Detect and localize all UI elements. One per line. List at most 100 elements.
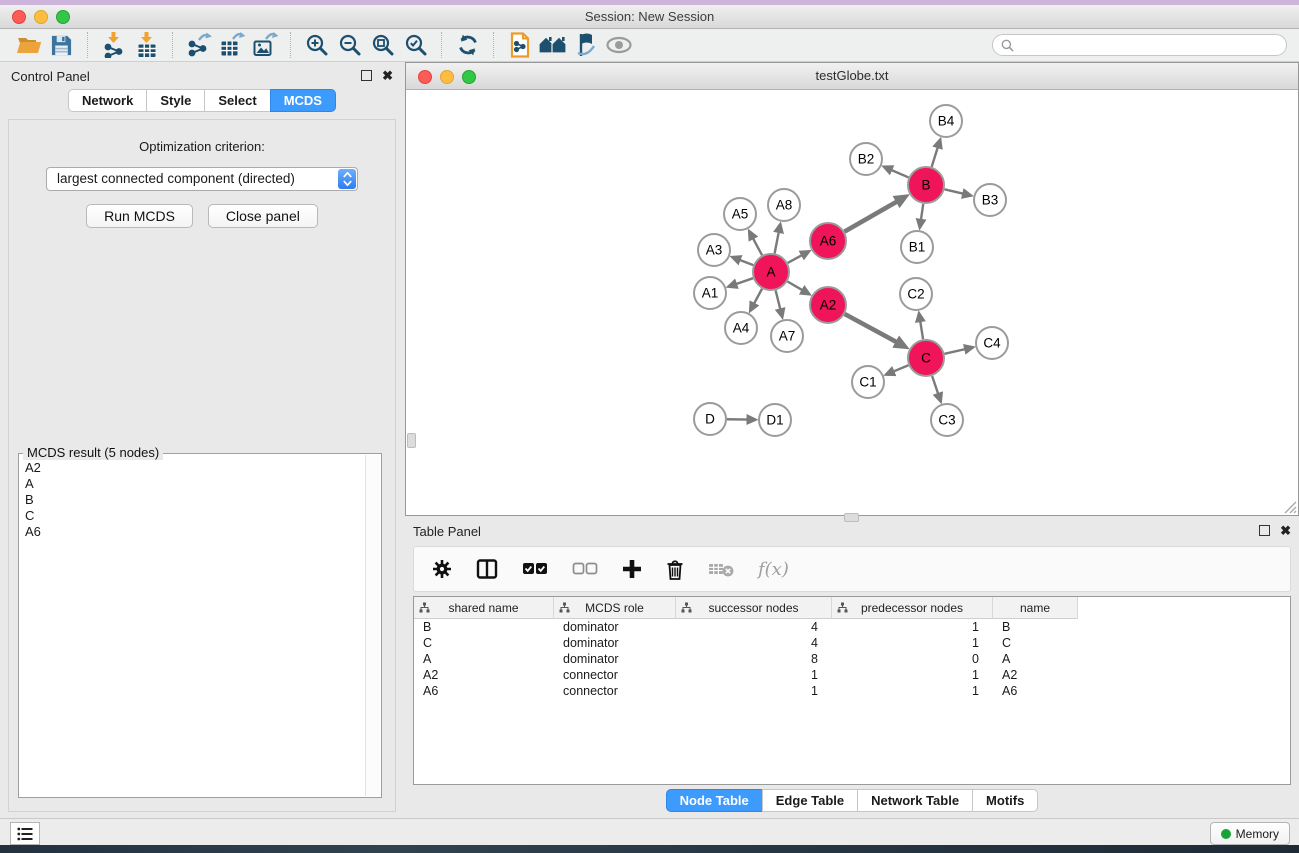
float-table-panel-icon[interactable] [1259, 525, 1270, 536]
delete-table-icon[interactable] [708, 561, 734, 577]
graph-node-A3[interactable]: A3 [698, 234, 730, 266]
zoom-selected-button[interactable] [399, 30, 432, 60]
close-panel-icon[interactable]: ✖ [382, 70, 393, 81]
graph-node-C4[interactable]: C4 [976, 327, 1008, 359]
zoom-fit-button[interactable] [366, 30, 399, 60]
memory-button[interactable]: Memory [1210, 822, 1290, 845]
mcds-result-item[interactable]: A [25, 476, 366, 492]
graph-node-B4[interactable]: B4 [930, 105, 962, 137]
table-options-gear-icon[interactable] [432, 559, 452, 579]
table-row[interactable]: Bdominator41B [414, 619, 1290, 635]
graph-node-A2[interactable]: A2 [810, 287, 846, 323]
graph-edge-A-A2[interactable] [787, 282, 802, 291]
graph-node-C1[interactable]: C1 [852, 366, 884, 398]
graph-node-A7[interactable]: A7 [771, 320, 803, 352]
resize-grip-icon[interactable] [1282, 499, 1297, 514]
graph-node-B[interactable]: B [908, 167, 944, 203]
graph-node-D[interactable]: D [694, 403, 726, 435]
table-row[interactable]: A2connector11A2 [414, 667, 1290, 683]
mcds-result-item[interactable]: A2 [25, 460, 366, 476]
column-header-shared-name[interactable]: shared name [414, 597, 554, 619]
export-table-button[interactable] [215, 30, 248, 60]
import-table-button[interactable] [130, 30, 163, 60]
mcds-result-item[interactable]: C [25, 508, 366, 524]
select-all-columns-icon[interactable] [522, 562, 548, 576]
graph-node-A[interactable]: A [753, 254, 789, 290]
table-row[interactable]: Cdominator41C [414, 635, 1290, 651]
export-network-button[interactable] [182, 30, 215, 60]
table-row[interactable]: Adominator80A [414, 651, 1290, 667]
graph-edge-A-A3[interactable] [739, 260, 753, 265]
open-cybrowser-button[interactable] [503, 30, 536, 60]
graph-edge-B-B2[interactable] [891, 170, 909, 178]
apply-layout-button[interactable] [451, 30, 484, 60]
tab-motifs[interactable]: Motifs [972, 789, 1038, 812]
zoom-out-button[interactable] [333, 30, 366, 60]
export-image-button[interactable] [248, 30, 281, 60]
graph-edge-B-B3[interactable] [944, 189, 963, 194]
graph-edge-A-A8[interactable] [775, 232, 779, 254]
left-splitter-grip[interactable] [407, 433, 416, 448]
column-header-predecessor-nodes[interactable]: predecessor nodes [832, 597, 993, 619]
open-session-button[interactable] [12, 30, 45, 60]
tab-mcds[interactable]: MCDS [270, 89, 336, 112]
float-panel-icon[interactable] [361, 70, 372, 81]
graph-edge-A-A6[interactable] [788, 255, 803, 263]
column-header-mcds-role[interactable]: MCDS role [554, 597, 676, 619]
tab-network-table[interactable]: Network Table [857, 789, 973, 812]
result-scrollbar[interactable] [365, 455, 380, 796]
create-column-plus-icon[interactable] [622, 559, 642, 579]
graph-node-C2[interactable]: C2 [900, 278, 932, 310]
tab-select[interactable]: Select [204, 89, 270, 112]
graph-node-B3[interactable]: B3 [974, 184, 1006, 216]
network-graph[interactable]: AA1A3A4A5A7A8A6A2BB1B2B3B4CC1C2C3C4DD1 [406, 90, 1298, 515]
tab-edge-table[interactable]: Edge Table [762, 789, 858, 812]
tab-style[interactable]: Style [146, 89, 205, 112]
graph-node-A5[interactable]: A5 [724, 198, 756, 230]
graph-edge-C-C2[interactable] [920, 321, 923, 340]
delete-columns-trash-icon[interactable] [666, 559, 684, 580]
mcds-result-item[interactable]: A6 [25, 524, 366, 540]
graph-edge-C-C3[interactable] [932, 376, 938, 394]
tab-network[interactable]: Network [68, 89, 147, 112]
mcds-result-item[interactable]: B [25, 492, 366, 508]
import-network-button[interactable] [97, 30, 130, 60]
mcds-result-list[interactable]: A2ABCA6 [20, 455, 366, 796]
column-header-name[interactable]: name [993, 597, 1078, 619]
graph-node-B1[interactable]: B1 [901, 231, 933, 263]
save-session-button[interactable] [45, 30, 78, 60]
graph-edge-A-A7[interactable] [776, 290, 781, 309]
graph-node-D1[interactable]: D1 [759, 404, 791, 436]
graph-node-B2[interactable]: B2 [850, 143, 882, 175]
show-hide-button[interactable] [602, 30, 635, 60]
toggle-graphics-details-button[interactable] [569, 30, 602, 60]
graph-edge-A-A1[interactable] [736, 278, 754, 284]
graph-edge-A-A5[interactable] [753, 238, 762, 255]
network-canvas[interactable]: AA1A3A4A5A7A8A6A2BB1B2B3B4CC1C2C3C4DD1 [406, 90, 1298, 515]
graph-node-C[interactable]: C [908, 340, 944, 376]
function-builder-icon[interactable]: f(x) [758, 559, 789, 580]
graph-edge-C-C4[interactable] [945, 349, 966, 354]
column-header-successor-nodes[interactable]: successor nodes [676, 597, 832, 619]
graph-edge-A2-C[interactable] [845, 314, 897, 342]
search-field[interactable] [992, 34, 1287, 56]
show-home-button[interactable] [536, 30, 569, 60]
graph-node-A4[interactable]: A4 [725, 312, 757, 344]
search-input[interactable] [1019, 37, 1278, 53]
unselect-all-columns-icon[interactable] [572, 562, 598, 576]
table-row[interactable]: A6connector11A6 [414, 683, 1290, 699]
show-columns-icon[interactable] [476, 559, 498, 579]
graph-node-A6[interactable]: A6 [810, 223, 846, 259]
close-panel-button[interactable]: Close panel [208, 204, 318, 228]
tab-node-table[interactable]: Node Table [666, 789, 763, 812]
graph-node-A8[interactable]: A8 [768, 189, 800, 221]
graph-edge-A6-B[interactable] [844, 201, 897, 231]
run-mcds-button[interactable]: Run MCDS [86, 204, 193, 228]
graph-edge-B-B1[interactable] [921, 204, 923, 220]
graph-edge-C-C1[interactable] [893, 365, 908, 371]
graph-edge-B-B4[interactable] [932, 147, 938, 167]
task-history-button[interactable] [10, 822, 40, 845]
graph-node-C3[interactable]: C3 [931, 404, 963, 436]
graph-edge-A-A4[interactable] [754, 289, 762, 304]
zoom-in-button[interactable] [300, 30, 333, 60]
